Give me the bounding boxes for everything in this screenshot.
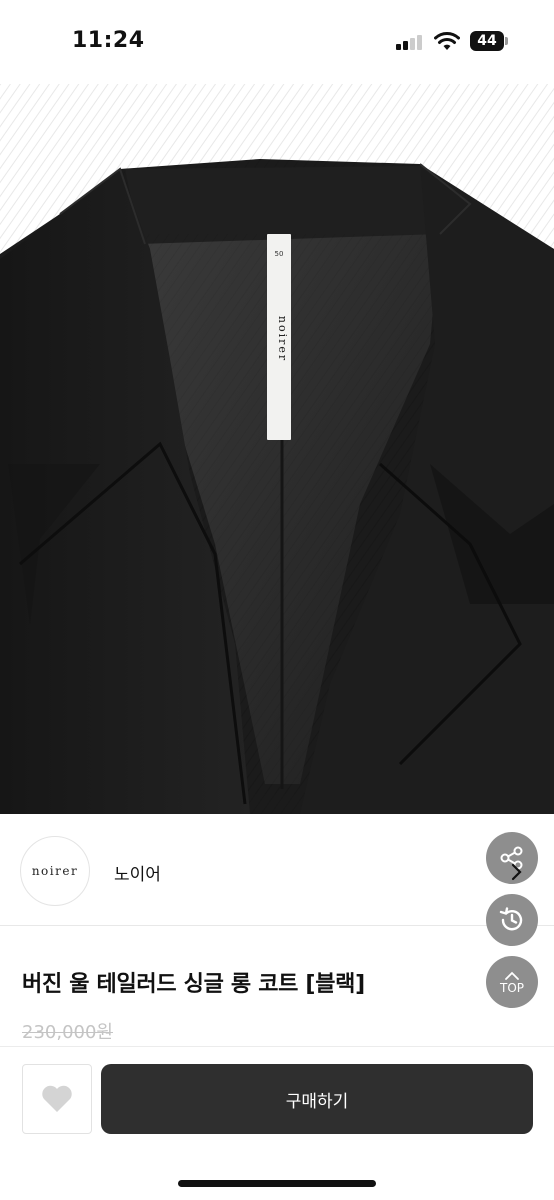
product-image[interactable]: 50 noirer bbox=[0, 84, 554, 814]
arrow-up-icon bbox=[505, 971, 519, 980]
tag-size: 50 bbox=[275, 250, 284, 258]
scroll-top-button[interactable]: TOP bbox=[486, 956, 538, 1008]
seller-row[interactable]: noirer 노이어 bbox=[0, 814, 554, 926]
like-button[interactable] bbox=[22, 1064, 92, 1134]
battery-level: 44 bbox=[477, 33, 497, 49]
seller-logo-text: noirer bbox=[31, 864, 79, 878]
chevron-right-icon[interactable] bbox=[506, 862, 526, 882]
product-title: 버진 울 테일러드 싱글 롱 코트 [블랙] bbox=[22, 972, 365, 997]
signal-icon bbox=[396, 34, 424, 50]
heart-icon bbox=[42, 1085, 72, 1112]
product-price: 230,000원 bbox=[22, 1022, 113, 1043]
history-icon bbox=[499, 907, 523, 931]
tag-brand: noirer bbox=[276, 316, 289, 362]
seller-avatar[interactable]: noirer bbox=[20, 836, 90, 906]
coat-photo: 50 noirer bbox=[0, 84, 554, 814]
wifi-icon bbox=[434, 32, 460, 50]
status-bar: 11:24 44 bbox=[0, 0, 554, 84]
battery-icon: 44 bbox=[470, 31, 508, 51]
top-label: TOP bbox=[499, 980, 524, 995]
status-time: 11:24 bbox=[72, 28, 145, 53]
divider bbox=[0, 1046, 554, 1047]
buy-button[interactable]: 구매하기 bbox=[101, 1064, 533, 1134]
home-indicator[interactable] bbox=[178, 1180, 376, 1187]
seller-name[interactable]: 노이어 bbox=[114, 860, 161, 885]
history-button[interactable] bbox=[486, 894, 538, 946]
